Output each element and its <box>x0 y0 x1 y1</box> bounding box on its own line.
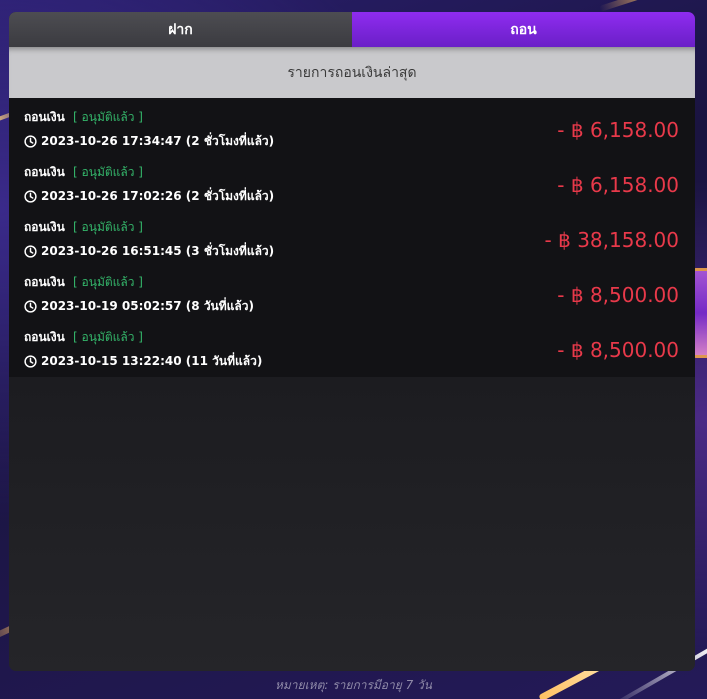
transaction-type: ถอนเงิน <box>24 220 65 234</box>
transaction-panel: ฝาก ถอน รายการถอนเงินล่าสุด ถอนเงิน [ อน… <box>9 12 695 671</box>
transaction-info: ถอนเงิน [ อนุมัติแล้ว ] 2023-10-15 13:22… <box>24 328 262 371</box>
transaction-row: ถอนเงิน [ อนุมัติแล้ว ] 2023-10-26 17:02… <box>9 157 695 212</box>
transaction-time: 2023-10-26 17:34:47 (2 ชั่วโมงที่แล้ว) <box>24 132 274 151</box>
light-streak <box>599 0 707 12</box>
status-badge: [ อนุมัติแล้ว ] <box>73 165 143 179</box>
tab-bar: ฝาก ถอน <box>9 12 695 47</box>
transaction-row: ถอนเงิน [ อนุมัติแล้ว ] 2023-10-15 13:22… <box>9 322 695 377</box>
transaction-row: ถอนเงิน [ อนุมัติแล้ว ] 2023-10-19 05:02… <box>9 267 695 322</box>
transaction-datetime: 2023-10-26 17:02:26 (2 ชั่วโมงที่แล้ว) <box>41 189 275 203</box>
transaction-datetime: 2023-10-15 13:22:40 (11 วันที่แล้ว) <box>41 354 263 368</box>
transaction-info: ถอนเงิน [ อนุมัติแล้ว ] 2023-10-26 16:51… <box>24 218 274 261</box>
tab-deposit[interactable]: ฝาก <box>9 12 352 47</box>
transaction-row: ถอนเงิน [ อนุมัติแล้ว ] 2023-10-26 16:51… <box>9 212 695 267</box>
status-badge: [ อนุมัติแล้ว ] <box>73 275 143 289</box>
transaction-info: ถอนเงิน [ อนุมัติแล้ว ] 2023-10-26 17:34… <box>24 108 274 151</box>
transaction-title: ถอนเงิน [ อนุมัติแล้ว ] <box>24 108 274 127</box>
transaction-datetime: 2023-10-26 16:51:45 (3 ชั่วโมงที่แล้ว) <box>41 244 275 258</box>
clock-icon <box>24 355 37 368</box>
transaction-title: ถอนเงิน [ อนุมัติแล้ว ] <box>24 328 262 347</box>
transaction-type: ถอนเงิน <box>24 330 65 344</box>
clock-icon <box>24 135 37 148</box>
list-header: รายการถอนเงินล่าสุด <box>9 47 695 98</box>
status-badge: [ อนุมัติแล้ว ] <box>73 220 143 234</box>
status-badge: [ อนุมัติแล้ว ] <box>73 330 143 344</box>
transaction-title: ถอนเงิน [ อนุมัติแล้ว ] <box>24 218 274 237</box>
transaction-type: ถอนเงิน <box>24 165 65 179</box>
transaction-amount: - ฿ 6,158.00 <box>557 117 679 142</box>
status-badge: [ อนุมัติแล้ว ] <box>73 110 143 124</box>
transaction-amount: - ฿ 8,500.00 <box>557 337 679 362</box>
transaction-type: ถอนเงิน <box>24 110 65 124</box>
transaction-info: ถอนเงิน [ อนุมัติแล้ว ] 2023-10-26 17:02… <box>24 163 274 206</box>
transaction-time: 2023-10-19 05:02:57 (8 วันที่แล้ว) <box>24 297 254 316</box>
clock-icon <box>24 190 37 203</box>
transaction-info: ถอนเงิน [ อนุมัติแล้ว ] 2023-10-19 05:02… <box>24 273 254 316</box>
transaction-time: 2023-10-26 16:51:45 (3 ชั่วโมงที่แล้ว) <box>24 242 274 261</box>
transaction-amount: - ฿ 6,158.00 <box>557 172 679 197</box>
transaction-datetime: 2023-10-26 17:34:47 (2 ชั่วโมงที่แล้ว) <box>41 134 275 148</box>
transaction-row: ถอนเงิน [ อนุมัติแล้ว ] 2023-10-26 17:34… <box>9 98 695 157</box>
transaction-time: 2023-10-15 13:22:40 (11 วันที่แล้ว) <box>24 352 262 371</box>
transaction-time: 2023-10-26 17:02:26 (2 ชั่วโมงที่แล้ว) <box>24 187 274 206</box>
transaction-datetime: 2023-10-19 05:02:57 (8 วันที่แล้ว) <box>41 299 254 313</box>
tab-withdraw[interactable]: ถอน <box>352 12 695 47</box>
transaction-amount: - ฿ 38,158.00 <box>544 227 679 252</box>
transaction-title: ถอนเงิน [ อนุมัติแล้ว ] <box>24 273 254 292</box>
footer-note: หมายเหตุ: รายการมีอายุ 7 วัน <box>274 678 432 692</box>
clock-icon <box>24 300 37 313</box>
clock-icon <box>24 245 37 258</box>
transaction-list: ถอนเงิน [ อนุมัติแล้ว ] 2023-10-26 17:34… <box>9 98 695 377</box>
transaction-title: ถอนเงิน [ อนุมัติแล้ว ] <box>24 163 274 182</box>
transaction-amount: - ฿ 8,500.00 <box>557 282 679 307</box>
transaction-type: ถอนเงิน <box>24 275 65 289</box>
